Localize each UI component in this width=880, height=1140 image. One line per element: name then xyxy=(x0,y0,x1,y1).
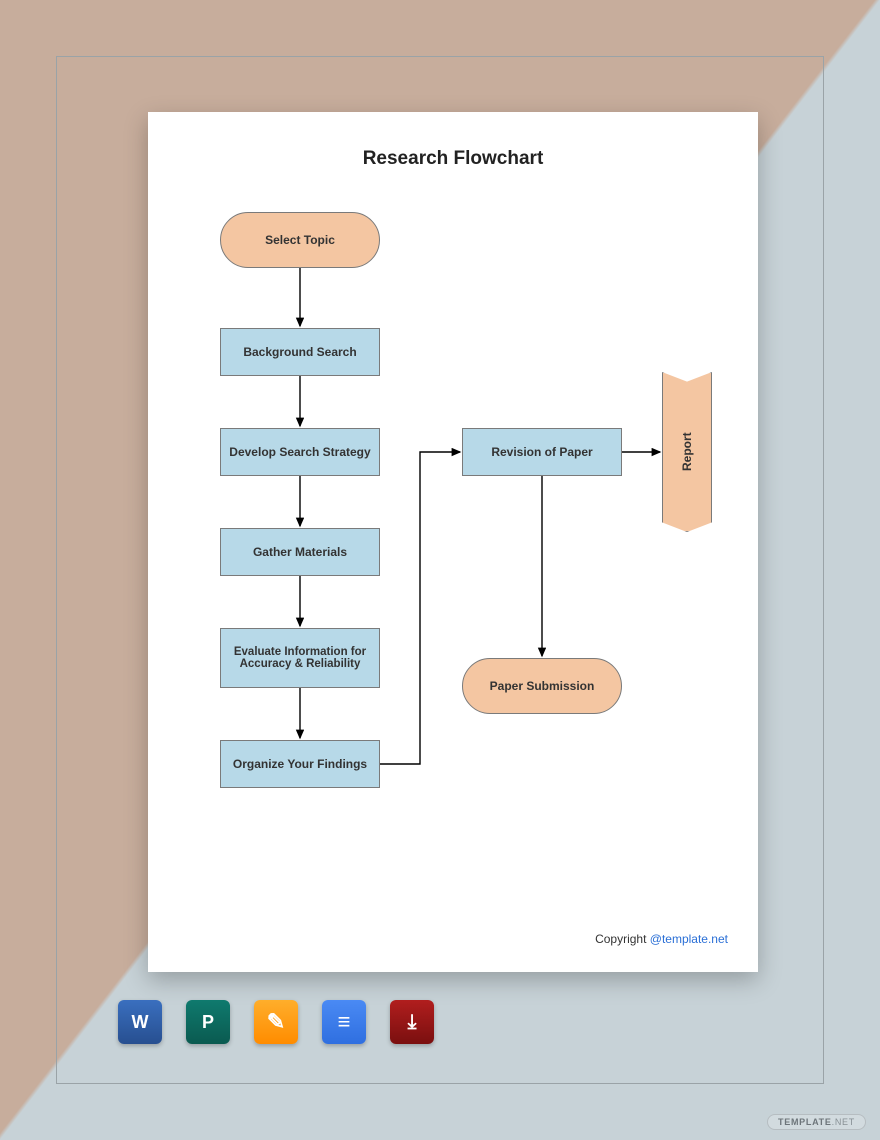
copyright: Copyright @template.net xyxy=(595,932,728,946)
copyright-label: Copyright xyxy=(595,932,650,946)
node-select-topic: Select Topic xyxy=(220,212,380,268)
word-icon[interactable] xyxy=(118,1000,162,1044)
node-report: Report xyxy=(662,372,712,532)
page-title: Research Flowchart xyxy=(148,148,758,170)
app-icons-row xyxy=(118,1000,434,1044)
watermark: TEMPLATE.NET xyxy=(767,1114,866,1130)
node-evaluate-info: Evaluate Information for Accuracy & Reli… xyxy=(220,628,380,688)
docs-icon[interactable] xyxy=(322,1000,366,1044)
pdf-icon[interactable] xyxy=(390,1000,434,1044)
pages-icon[interactable] xyxy=(254,1000,298,1044)
document-page: Research Flowchart Select Topic Backgrou… xyxy=(148,112,758,972)
node-develop-strategy: Develop Search Strategy xyxy=(220,428,380,476)
node-revision-paper: Revision of Paper xyxy=(462,428,622,476)
node-background-search: Background Search xyxy=(220,328,380,376)
node-paper-submission: Paper Submission xyxy=(462,658,622,714)
copyright-link[interactable]: @template.net xyxy=(650,932,728,946)
node-gather-materials: Gather Materials xyxy=(220,528,380,576)
watermark-a: TEMPLATE xyxy=(778,1117,832,1127)
publisher-icon[interactable] xyxy=(186,1000,230,1044)
node-organize-findings: Organize Your Findings xyxy=(220,740,380,788)
watermark-b: .NET xyxy=(832,1117,855,1127)
